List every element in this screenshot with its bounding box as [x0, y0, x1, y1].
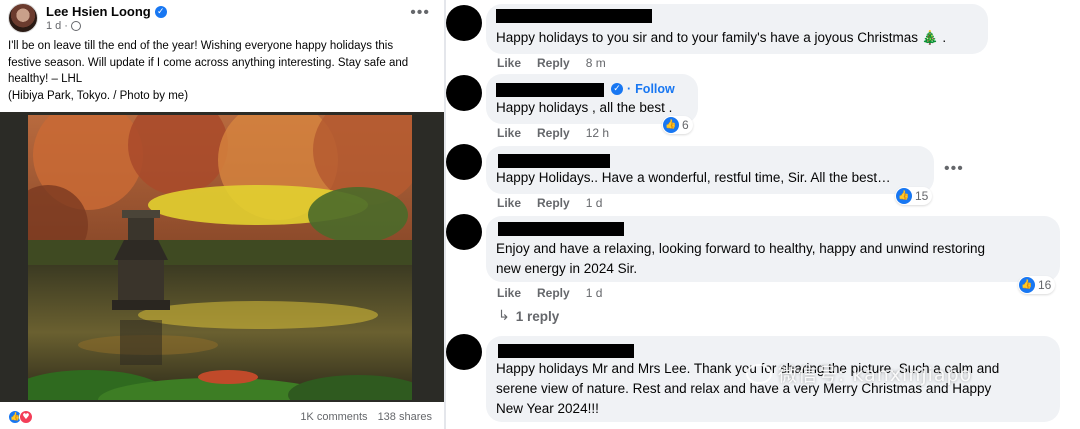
redacted-name: [498, 154, 610, 168]
reaction-icons[interactable]: 👍 ♥: [8, 409, 33, 424]
globe-icon: [70, 21, 81, 31]
wechat-logo-icon: [746, 363, 772, 384]
like-link[interactable]: Like: [497, 56, 521, 70]
comment-time[interactable]: 1 d: [586, 286, 603, 300]
post-body: I'll be on leave till the end of the yea…: [8, 40, 409, 85]
like-reaction-icon: 👍: [896, 188, 912, 204]
reaction-count[interactable]: 👍 15: [895, 187, 933, 205]
redacted-name: [496, 83, 604, 97]
redacted-name: [496, 9, 652, 23]
wechat-watermark: 微信号: kanxinjiapo: [746, 360, 972, 387]
like-link[interactable]: Like: [497, 196, 521, 210]
author-name[interactable]: Lee Hsien Loong: [46, 4, 151, 19]
reply-link[interactable]: Reply: [537, 196, 570, 210]
commenter-avatar[interactable]: [446, 334, 482, 370]
comment-text: Happy holidays , all the best .: [496, 100, 673, 115]
comment-actions: Like Reply 8 m: [497, 56, 606, 70]
more-options-icon[interactable]: •••: [944, 160, 964, 178]
like-reaction-icon: 👍: [1019, 277, 1035, 293]
author-avatar[interactable]: [8, 3, 38, 33]
christmas-tree-icon: 🎄: [921, 30, 939, 46]
like-link[interactable]: Like: [497, 126, 521, 140]
comment-text: Happy holidays to you sir and to your fa…: [496, 30, 947, 46]
facebook-post: Lee Hsien Loong ✓ 1 d · ••• I'll be on l…: [0, 0, 444, 429]
comment-time[interactable]: 1 d: [586, 196, 603, 210]
verified-badge-icon: ✓: [611, 83, 623, 95]
reaction-count[interactable]: 👍 16: [1018, 276, 1056, 294]
comment-bubble: Happy Holidays.. Have a wonderful, restf…: [486, 146, 934, 194]
love-reaction-icon: ♥: [19, 409, 33, 424]
more-options-icon[interactable]: •••: [410, 4, 430, 22]
post-photo-frame[interactable]: [0, 112, 444, 402]
post-header: Lee Hsien Loong ✓ 1 d ·: [8, 3, 167, 33]
redacted-name: [498, 344, 634, 358]
commenter-avatar[interactable]: [446, 75, 482, 111]
reply-link[interactable]: Reply: [537, 286, 570, 300]
reply-arrow-icon: ↳: [498, 308, 510, 324]
reply-link[interactable]: Reply: [537, 56, 570, 70]
like-reaction-icon: 👍: [663, 117, 679, 133]
park-photo[interactable]: [28, 115, 412, 400]
comment-actions: Like Reply 1 d: [497, 286, 602, 300]
comment-actions: Like Reply 1 d: [497, 196, 602, 210]
comment-bubble: Enjoy and have a relaxing, looking forwa…: [486, 216, 1060, 282]
post-footer: 👍 ♥ 1K comments 138 shares: [0, 404, 444, 429]
comment-bubble: Happy holidays to you sir and to your fa…: [486, 4, 988, 54]
post-time[interactable]: 1 d: [46, 20, 61, 32]
commenter-avatar[interactable]: [446, 214, 482, 250]
like-link[interactable]: Like: [497, 286, 521, 300]
commenter-avatar[interactable]: [446, 5, 482, 41]
comment-text-line: Enjoy and have a relaxing, looking forwa…: [496, 241, 986, 256]
commenter-avatar[interactable]: [446, 144, 482, 180]
reaction-count[interactable]: 👍 6: [662, 116, 693, 134]
comments-panel: Happy holidays to you sir and to your fa…: [446, 0, 1080, 429]
verified-badge-icon: ✓: [154, 5, 167, 18]
view-replies-link[interactable]: ↳ 1 reply: [498, 308, 559, 324]
follow-button[interactable]: ✓ · Follow: [611, 82, 675, 96]
reply-link[interactable]: Reply: [537, 126, 570, 140]
shares-count[interactable]: 138 shares: [378, 411, 432, 423]
comment-text-line: New Year 2024!!!: [496, 401, 599, 416]
post-caption: (Hibiya Park, Tokyo. / Photo by me): [8, 90, 189, 102]
comment-time[interactable]: 12 h: [586, 126, 609, 140]
comment-time[interactable]: 8 m: [586, 56, 606, 70]
comment-text-line: new energy in 2024 Sir.: [496, 261, 638, 276]
comment-actions: Like Reply 12 h: [497, 126, 609, 140]
redacted-name: [498, 222, 624, 236]
comment-text: Happy Holidays.. Have a wonderful, restf…: [496, 170, 891, 185]
comments-count[interactable]: 1K comments: [300, 411, 367, 423]
